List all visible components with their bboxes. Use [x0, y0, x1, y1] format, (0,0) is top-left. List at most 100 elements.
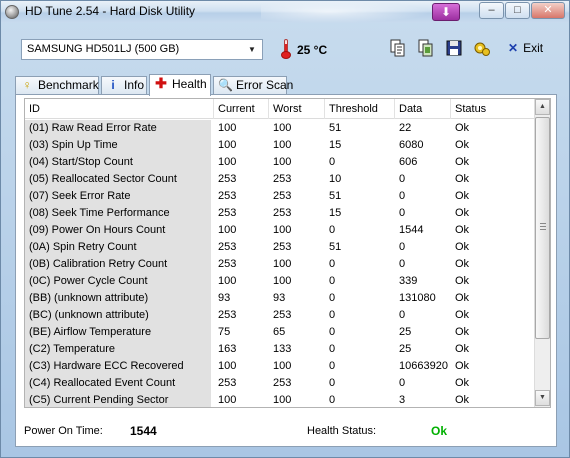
table-row[interactable]: (BB) (unknown attribute) 93 93 0 131080 Ok: [25, 290, 536, 307]
cell-current: 253: [218, 173, 237, 185]
table-row[interactable]: (0C) Power Cycle Count 100 100 0 339 Ok: [25, 273, 536, 290]
minimize-button[interactable]: –: [479, 2, 504, 19]
health-icon: ✚: [155, 75, 167, 91]
tab-info[interactable]: i Info: [101, 76, 147, 95]
cell-status: Ok: [455, 309, 470, 321]
cell-data: 0: [399, 190, 406, 202]
table-row[interactable]: (C2) Temperature 163 133 0 25 Ok: [25, 341, 536, 358]
cell-worst: 253: [273, 241, 292, 253]
cell-data: 0: [399, 377, 406, 389]
cell-threshold: 0: [329, 292, 336, 304]
smart-attribute-list[interactable]: ID Current Worst Threshold Data Status (…: [24, 98, 551, 408]
column-header-status[interactable]: Status: [451, 99, 536, 119]
tab-health[interactable]: ✚ Health: [149, 74, 211, 96]
cell-worst: 100: [273, 156, 292, 168]
cell-id: (0A) Spin Retry Count: [25, 239, 211, 256]
exit-label: Exit: [523, 41, 544, 55]
column-header-threshold[interactable]: Threshold: [325, 99, 395, 119]
cell-status: Ok: [455, 326, 470, 338]
cell-threshold: 15: [329, 139, 342, 151]
scroll-thumb[interactable]: [535, 117, 550, 339]
info-icon: i: [111, 78, 115, 92]
copy-screenshot-icon[interactable]: [417, 39, 435, 57]
cell-worst: 100: [273, 360, 292, 372]
table-row[interactable]: (03) Spin Up Time 100 100 15 6080 Ok: [25, 137, 536, 154]
table-row[interactable]: (C4) Reallocated Event Count 253 253 0 0 Ok: [25, 375, 536, 392]
cell-status: Ok: [455, 377, 470, 389]
tab-error-scan[interactable]: 🔍 Error Scan: [213, 76, 293, 95]
cell-status: Ok: [455, 275, 470, 287]
cell-threshold: 0: [329, 275, 336, 287]
table-row[interactable]: (C3) Hardware ECC Recovered 100 100 0 106639…: [25, 358, 536, 375]
title-bar[interactable]: HD Tune 2.54 - Hard Disk Utility ⬇ – □ ✕: [1, 1, 569, 23]
cell-data: 10663920: [399, 360, 448, 372]
cell-id: (01) Raw Read Error Rate: [25, 120, 211, 137]
column-header-current[interactable]: Current: [214, 99, 269, 119]
table-row[interactable]: (0A) Spin Retry Count 253 253 51 0 Ok: [25, 239, 536, 256]
exit-button[interactable]: ✕ Exit: [508, 41, 543, 55]
chevron-down-icon[interactable]: ▼: [245, 42, 259, 57]
column-header-data[interactable]: Data: [395, 99, 451, 119]
cell-id: (BB) (unknown attribute): [25, 290, 211, 307]
cell-threshold: 51: [329, 241, 342, 253]
cell-worst: 253: [273, 377, 292, 389]
app-disk-icon[interactable]: [5, 5, 19, 19]
cell-threshold: 51: [329, 190, 342, 202]
table-row[interactable]: (C5) Current Pending Sector 100 100 0 3 Ok: [25, 392, 536, 407]
cell-status: Ok: [455, 122, 470, 134]
cell-id: (C4) Reallocated Event Count: [25, 375, 211, 392]
save-icon[interactable]: [445, 39, 463, 57]
health-status-value: Ok: [431, 424, 448, 438]
cell-data: 25: [399, 326, 412, 338]
health-status-label: Health Status:: [307, 425, 377, 437]
cell-current: 100: [218, 394, 237, 406]
close-button[interactable]: ✕: [531, 2, 565, 19]
cell-current: 253: [218, 207, 237, 219]
table-row[interactable]: (09) Power On Hours Count 100 100 0 1544 Ok: [25, 222, 536, 239]
scroll-up-button[interactable]: ▲: [535, 99, 550, 115]
cell-status: Ok: [455, 190, 470, 202]
cell-threshold: 0: [329, 156, 336, 168]
cell-current: 100: [218, 275, 237, 287]
column-header-id[interactable]: ID: [25, 99, 214, 119]
cell-threshold: 0: [329, 377, 336, 389]
cell-threshold: 0: [329, 326, 336, 338]
cell-status: Ok: [455, 139, 470, 151]
table-row[interactable]: (BE) Airflow Temperature 75 65 0 25 Ok: [25, 324, 536, 341]
cell-current: 163: [218, 343, 237, 355]
table-row[interactable]: (04) Start/Stop Count 100 100 0 606 Ok: [25, 154, 536, 171]
cell-status: Ok: [455, 241, 470, 253]
tab-label: Health: [172, 77, 207, 91]
power-on-time-value: 1544: [130, 424, 157, 438]
cell-worst: 100: [273, 394, 292, 406]
cell-data: 3: [399, 394, 406, 406]
drive-select[interactable]: SAMSUNG HD501LJ (500 GB) ▼: [21, 39, 263, 60]
cell-worst: 100: [273, 258, 292, 270]
tab-benchmark[interactable]: ♀ Benchmark: [15, 76, 99, 95]
tab-label: Benchmark: [38, 78, 99, 92]
table-row[interactable]: (05) Reallocated Sector Count 253 253 10 0 Ok: [25, 171, 536, 188]
cell-data: 0: [399, 258, 406, 270]
table-row[interactable]: (07) Seek Error Rate 253 253 51 0 Ok: [25, 188, 536, 205]
table-row[interactable]: (01) Raw Read Error Rate 100 100 51 22 Ok: [25, 120, 536, 137]
cell-current: 100: [218, 139, 237, 151]
cell-current: 100: [218, 156, 237, 168]
table-row[interactable]: (0B) Calibration Retry Count 253 100 0 0 Ok: [25, 256, 536, 273]
power-on-time-label: Power On Time:: [24, 425, 103, 437]
copy-info-icon[interactable]: [389, 39, 407, 57]
cell-worst: 100: [273, 139, 292, 151]
scroll-down-button[interactable]: ▼: [535, 390, 550, 406]
cell-id: (09) Power On Hours Count: [25, 222, 211, 239]
cell-id: (C5) Current Pending Sector: [25, 392, 211, 407]
cell-current: 253: [218, 377, 237, 389]
download-icon[interactable]: ⬇: [432, 3, 460, 21]
column-header-worst[interactable]: Worst: [269, 99, 325, 119]
maximize-button[interactable]: □: [505, 2, 530, 19]
options-icon[interactable]: [473, 39, 491, 57]
cell-data: 606: [399, 156, 418, 168]
cell-id: (BC) (unknown attribute): [25, 307, 211, 324]
vertical-scrollbar[interactable]: ▲ ▼: [534, 99, 550, 407]
table-row[interactable]: (08) Seek Time Performance 253 253 15 0 Ok: [25, 205, 536, 222]
cell-status: Ok: [455, 224, 470, 236]
table-row[interactable]: (BC) (unknown attribute) 253 253 0 0 Ok: [25, 307, 536, 324]
